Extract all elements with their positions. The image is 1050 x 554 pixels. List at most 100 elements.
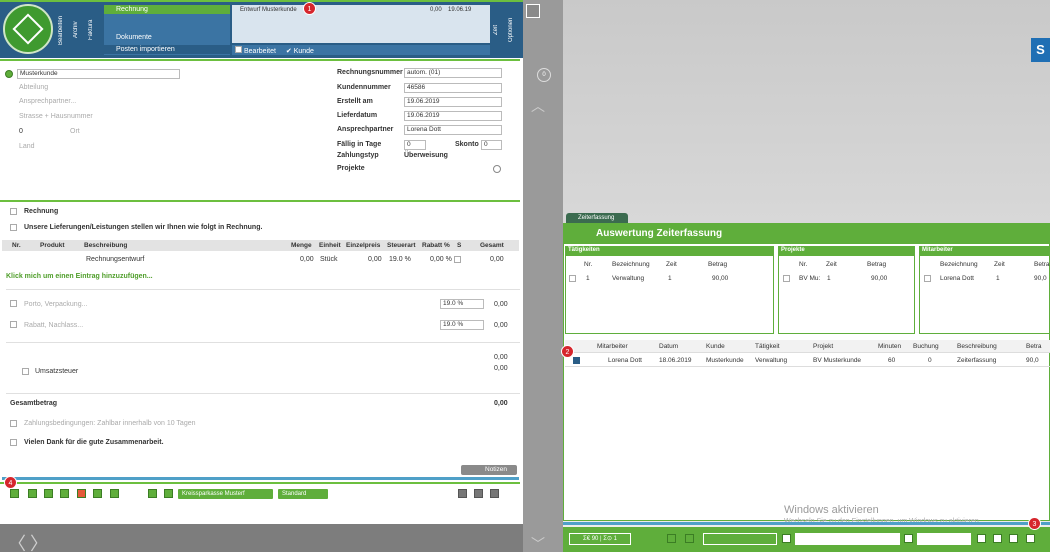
tab-zeit[interactable]: Zeit — [493, 4, 505, 56]
taet-col-zeit[interactable]: Zeit — [666, 261, 677, 268]
list-col-datum[interactable]: Datum — [659, 343, 678, 350]
bearbeitet-checkbox[interactable] — [235, 46, 242, 53]
settings-icon-3[interactable] — [490, 489, 499, 498]
new-doc-icon[interactable] — [10, 489, 19, 498]
liefer-field[interactable]: 19.06.2019 — [404, 111, 502, 121]
settings-icon-1[interactable] — [458, 489, 467, 498]
delete-icon[interactable] — [77, 489, 86, 498]
col-gesamt[interactable]: Gesamt — [480, 242, 504, 249]
zeiterfassung-tab[interactable]: Zeiterfassung — [566, 213, 628, 223]
row-s-checkbox[interactable] — [454, 256, 461, 263]
ansprechpartner-field[interactable]: Ansprechpartner... — [19, 98, 76, 105]
table-row[interactable]: Rechnungsentwurf 0,00 Stück 0,00 19.0 % … — [2, 254, 519, 265]
ust-checkbox[interactable] — [22, 368, 29, 375]
porto-field[interactable]: Porto, Verpackung... — [24, 301, 87, 308]
row-einheit[interactable]: Stück — [320, 256, 338, 263]
col-beschreibung[interactable]: Beschreibung — [84, 242, 127, 249]
collapse-down-icon[interactable]: ﹀ — [531, 534, 545, 554]
row-menge[interactable]: 0,00 — [300, 256, 314, 263]
intro-text[interactable]: Unsere Lieferungen/Leistungen stellen wi… — [24, 224, 262, 231]
mitar-col-zeit[interactable]: Zeit — [994, 261, 1005, 268]
col-s[interactable]: S — [457, 242, 461, 249]
print-icon[interactable] — [44, 489, 53, 498]
dokumente-label[interactable]: Dokumente — [104, 33, 230, 42]
posten-import-button[interactable]: Posten importieren — [104, 45, 230, 54]
kundennummer-field[interactable]: 46586 — [404, 83, 502, 93]
taet-col-betrag[interactable]: Betrag — [708, 261, 727, 268]
taet-col-nr[interactable]: Nr. — [584, 261, 592, 268]
table-row[interactable]: Lorena Dott 18.06.2019 Musterkunde Verwa… — [565, 354, 1050, 367]
rechnungsnummer-field[interactable]: autom. (01) — [404, 68, 502, 78]
proj-col-nr[interactable]: Nr. — [799, 261, 807, 268]
standard-template-button[interactable]: Standard — [278, 489, 328, 499]
document-icon[interactable] — [164, 489, 173, 498]
col-einzelpreis[interactable]: Einzelpreis — [346, 242, 380, 249]
col-steuerart[interactable]: Steuerart — [387, 242, 416, 249]
col-menge[interactable]: Menge — [291, 242, 312, 249]
list-col-buchung[interactable]: Buchung — [913, 343, 939, 350]
faellig-field[interactable]: 0 — [404, 140, 426, 150]
edit-icon[interactable] — [977, 534, 986, 543]
ansprech-field[interactable]: Lorena Dott — [404, 125, 502, 135]
row-steuer[interactable]: 19.0 % — [389, 256, 411, 263]
tab-optionen[interactable]: Optionen — [508, 4, 520, 56]
add-entry-link[interactable]: Klick mich um einen Eintrag hinzuzufügen… — [6, 273, 153, 280]
list-col-taetigkeit[interactable]: Tätigkeit — [755, 343, 780, 350]
erstellt-field[interactable]: 19.06.2019 — [404, 97, 502, 107]
taet-row-check[interactable] — [569, 275, 576, 282]
fullscreen-icon[interactable] — [685, 534, 694, 543]
list-col-beschreibung[interactable]: Beschreibung — [957, 343, 997, 350]
settings-icon-2[interactable] — [474, 489, 483, 498]
zahlungsbedingungen-text[interactable]: Zahlungsbedingungen: Zahlbar innerhalb v… — [24, 420, 196, 427]
ort-field[interactable]: Ort — [70, 128, 80, 135]
collapse-up-icon[interactable]: ︿ — [531, 96, 545, 116]
add-icon[interactable] — [1009, 534, 1018, 543]
tab-bearbeiten[interactable]: Bearbeiten — [58, 4, 70, 56]
doc-type[interactable]: Rechnung — [104, 5, 230, 14]
rabatt-check[interactable] — [10, 321, 17, 328]
rabatt-tax-select[interactable]: 19.0 % — [440, 320, 484, 330]
plz-field[interactable]: 0 — [19, 128, 23, 135]
rechnung-check[interactable] — [10, 208, 17, 215]
col-einheit[interactable]: Einheit — [319, 242, 341, 249]
mail-icon[interactable] — [93, 489, 102, 498]
zahlungstyp-value[interactable]: Überweisung — [404, 152, 448, 159]
copy-icon[interactable] — [28, 489, 37, 498]
strasse-field[interactable]: Strasse + Hausnummer — [19, 113, 93, 120]
col-nr[interactable]: Nr. — [12, 242, 21, 249]
customer-name-field[interactable]: Musterkunde — [17, 69, 180, 79]
delete-icon[interactable] — [993, 534, 1002, 543]
rabatt-field[interactable]: Rabatt, Nachlass... — [24, 322, 83, 329]
mitar-col-betrag[interactable]: Betra — [1034, 261, 1050, 268]
count-badge[interactable]: 0 — [537, 68, 551, 82]
tab-faktura[interactable]: Faktura — [88, 4, 100, 56]
skonto-field[interactable]: 0 — [481, 140, 502, 150]
porto-tax-select[interactable]: 19.0 % — [440, 299, 484, 309]
row-rabatt[interactable]: 0,00 % — [430, 256, 452, 263]
import-field[interactable] — [703, 533, 777, 545]
search-icon[interactable] — [782, 534, 791, 543]
next-arrow-icon[interactable]: 〉 — [30, 530, 48, 552]
list-col-kunde[interactable]: Kunde — [706, 343, 725, 350]
list-col-minuten[interactable]: Minuten — [878, 343, 901, 350]
calendar-icon[interactable] — [1026, 534, 1035, 543]
export-icon[interactable] — [60, 489, 69, 498]
kunde-check-icon[interactable]: ✔ — [286, 48, 292, 55]
proj-col-zeit[interactable]: Zeit — [826, 261, 837, 268]
app-logo[interactable] — [3, 4, 53, 54]
print-icon[interactable] — [904, 534, 913, 543]
col-produkt[interactable]: Produkt — [40, 242, 65, 249]
projekte-dropdown-icon[interactable] — [493, 165, 501, 173]
search-input[interactable] — [795, 533, 900, 545]
abteilung-field[interactable]: Abteilung — [19, 84, 48, 91]
dropbox-icon[interactable] — [526, 4, 540, 18]
col-rabatt[interactable]: Rabatt % — [422, 242, 450, 249]
porto-check[interactable] — [10, 300, 17, 307]
entry-checkbox[interactable] — [573, 357, 580, 364]
proj-row-check[interactable] — [783, 275, 790, 282]
printer-select[interactable] — [917, 533, 971, 545]
tab-archiv[interactable]: Archiv — [73, 4, 85, 56]
taet-col-bez[interactable]: Bezeichnung — [612, 261, 650, 268]
list-col-projekt[interactable]: Projekt — [813, 343, 833, 350]
list-col-mitarbeiter[interactable]: Mitarbeiter — [597, 343, 628, 350]
